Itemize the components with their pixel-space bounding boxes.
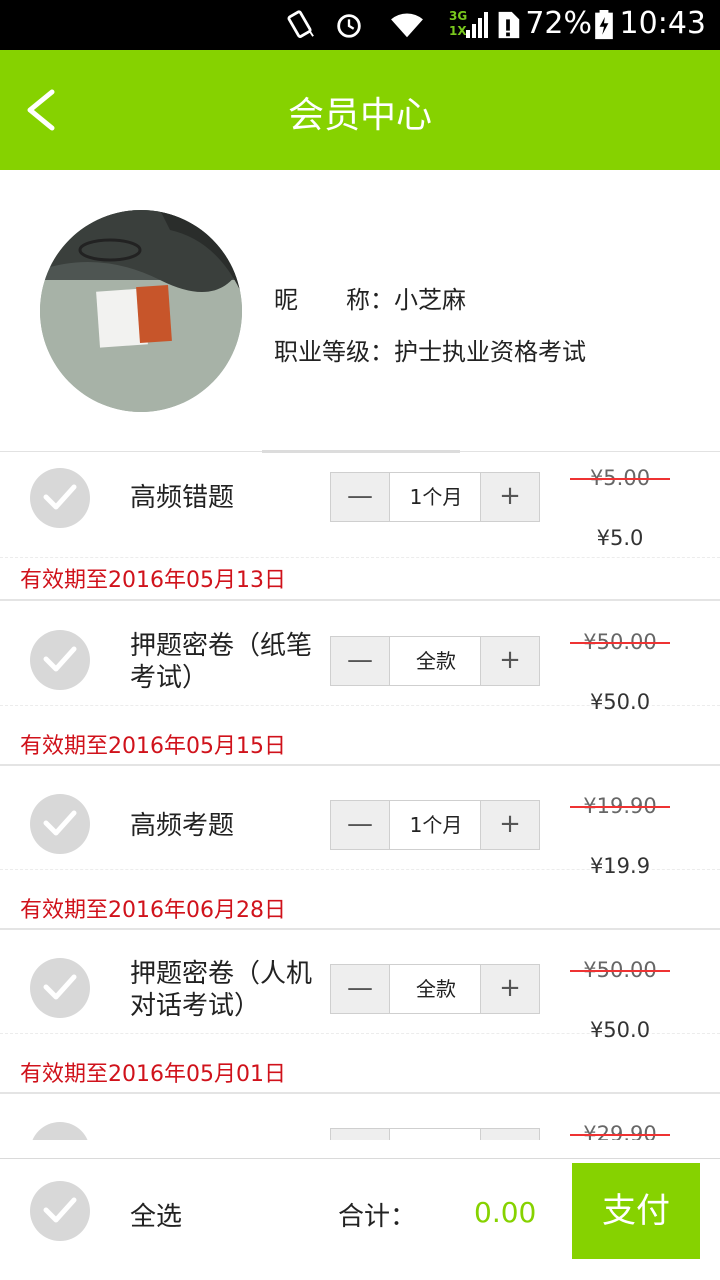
checkbox[interactable] (30, 468, 90, 528)
item-row: 押题密卷（纸笔考试） — 全款 + ¥50.00 ¥50.0 (0, 600, 720, 714)
check-icon (43, 484, 77, 510)
vibrate-icon (287, 10, 314, 38)
status-bar: 3G 1X 72% 10:43 (0, 0, 720, 50)
level-row: 职业等级：护士执业资格考试 (274, 332, 586, 367)
checkbox[interactable] (30, 630, 90, 690)
quantity-stepper (330, 1128, 540, 1140)
nickname-label: 昵 称： (274, 286, 394, 314)
alarm-icon (337, 14, 361, 38)
strike-line (570, 1134, 670, 1136)
plus-button[interactable]: + (480, 637, 539, 685)
minus-button[interactable]: — (331, 637, 390, 685)
plus-button[interactable]: + (480, 473, 539, 521)
wifi-icon (391, 13, 423, 38)
duration-value: 全款 (416, 649, 456, 673)
select-all-label[interactable]: 全选 (130, 1196, 182, 1233)
current-price: ¥19.9 (589, 854, 651, 878)
original-price: ¥50.00 (570, 958, 670, 982)
strike-line (570, 970, 670, 972)
checkout-bar: 全选 合计： 0.00 支付 (0, 1158, 720, 1280)
minus-button[interactable] (331, 1129, 390, 1140)
battery-charging-icon (595, 10, 613, 40)
clock: 10:43 (619, 6, 706, 41)
sim-alert-icon (498, 11, 520, 39)
plus-button[interactable]: + (480, 965, 539, 1013)
item-name: 高频考题 (130, 811, 235, 841)
item-name: 押题密卷（纸笔考试） (130, 631, 313, 693)
validity-text: 有效期至2016年05月13日 (20, 568, 286, 593)
item-row: 押题密卷（人机对话考试） — 全款 + ¥50.00 ¥50.0 (0, 928, 720, 1042)
list-item: 押题密卷（人机对话考试） — 全款 + ¥50.00 ¥50.0 有效期至201… (0, 928, 720, 1094)
item-row: 高频错题 — 1个月 + ¥5.00 ¥5.0 (0, 452, 720, 558)
strike-line (570, 642, 670, 644)
quantity-stepper: — 1个月 + (330, 472, 540, 522)
current-price: ¥50.0 (589, 690, 651, 714)
list-item: 高频错题 — 1个月 + ¥5.00 ¥5.0 有效期至2016年05月13日 (0, 452, 720, 616)
check-icon (43, 1197, 77, 1223)
original-price: ¥50.00 (570, 630, 670, 654)
item-row: ¥29.90 (0, 1092, 720, 1140)
original-price: ¥5.00 (570, 466, 670, 490)
nickname-value: 小芝麻 (394, 286, 466, 314)
item-row: 高频考题 — 1个月 + ¥19.90 ¥19.9 (0, 764, 720, 878)
strike-line (570, 478, 670, 480)
select-all-checkbox[interactable] (30, 1181, 90, 1241)
checkbox[interactable] (30, 1122, 90, 1140)
plus-button[interactable] (480, 1129, 539, 1140)
product-list[interactable]: 高频错题 — 1个月 + ¥5.00 ¥5.0 有效期至2016年05月13日 … (0, 452, 720, 1140)
duration-value: 1个月 (409, 813, 463, 837)
current-price: ¥50.0 (589, 1018, 651, 1042)
list-item: 高频考题 — 1个月 + ¥19.90 ¥19.9 有效期至2016年06月28… (0, 764, 720, 930)
strike-line (570, 806, 670, 808)
original-price: ¥29.90 (570, 1122, 670, 1140)
check-icon (43, 810, 77, 836)
list-item: 押题密卷（纸笔考试） — 全款 + ¥50.00 ¥50.0 有效期至2016年… (0, 600, 720, 766)
total-label: 合计： (338, 1202, 417, 1232)
original-price: ¥19.90 (570, 794, 670, 818)
check-icon (43, 974, 77, 1000)
signal-icon (466, 12, 488, 38)
quantity-stepper: — 全款 + (330, 636, 540, 686)
minus-button[interactable]: — (331, 801, 390, 849)
duration-value: 1个月 (409, 485, 463, 509)
nickname-row: 昵 称：小芝麻 (274, 280, 466, 315)
quantity-stepper: — 1个月 + (330, 800, 540, 850)
page-title: 会员中心 (287, 95, 432, 136)
minus-button[interactable]: — (331, 473, 390, 521)
minus-button[interactable]: — (331, 965, 390, 1013)
avatar[interactable] (40, 210, 242, 412)
level-value: 护士执业资格考试 (394, 338, 586, 366)
validity-text: 有效期至2016年05月01日 (20, 1062, 286, 1087)
check-icon (43, 646, 77, 672)
total-amount: 0.00 (474, 1196, 537, 1229)
quantity-stepper: — 全款 + (330, 964, 540, 1014)
plus-button[interactable]: + (480, 801, 539, 849)
item-name: 押题密卷（人机对话考试） (130, 959, 313, 1021)
current-price: ¥5.0 (596, 526, 644, 550)
level-label: 职业等级： (274, 338, 394, 366)
pay-button[interactable]: 支付 (572, 1163, 700, 1259)
checkbox[interactable] (30, 958, 90, 1018)
battery-percent: 72% (525, 6, 592, 41)
app-bar: 会员中心 (0, 50, 720, 170)
list-item: ¥29.90 (0, 1092, 720, 1140)
validity-text: 有效期至2016年06月28日 (20, 898, 286, 923)
duration-value: 全款 (416, 977, 456, 1001)
item-name: 高频错题 (130, 483, 235, 513)
checkbox[interactable] (30, 794, 90, 854)
profile-card: 昵 称：小芝麻 职业等级：护士执业资格考试 (0, 170, 720, 453)
validity-text: 有效期至2016年05月15日 (20, 734, 286, 759)
